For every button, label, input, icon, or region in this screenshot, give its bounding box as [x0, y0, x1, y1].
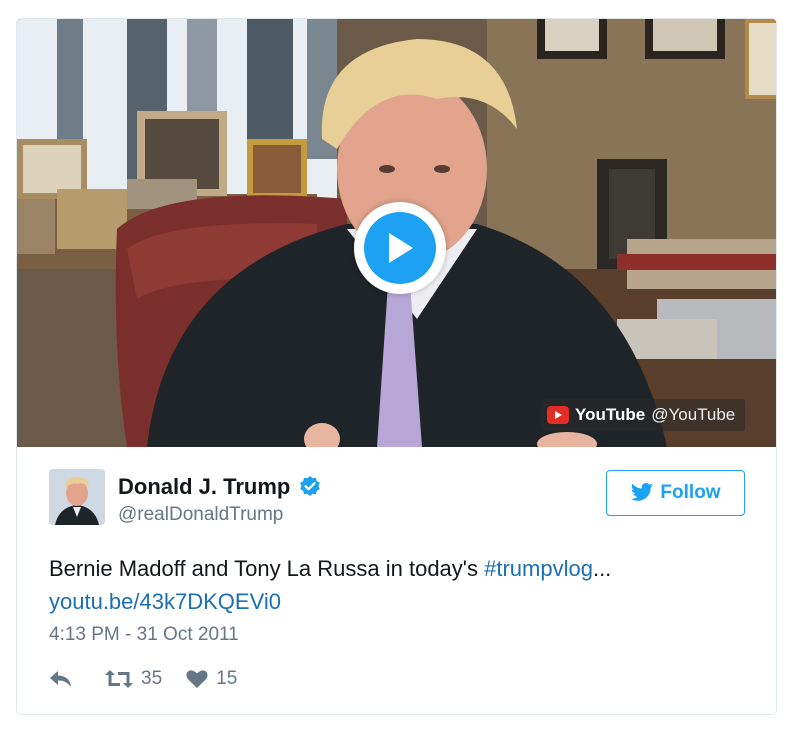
play-button[interactable] — [354, 202, 446, 294]
tweet-text-ellipsis: ... — [592, 556, 612, 581]
reply-icon — [50, 671, 71, 687]
tweet-text-body: Bernie Madoff and Tony La Russa in today… — [49, 556, 485, 581]
youtube-attribution[interactable]: YouTube @YouTube — [541, 399, 746, 431]
author-handle[interactable]: @realDonaldTrump — [118, 504, 283, 526]
like-count: 15 — [216, 668, 238, 689]
tweet-text: Bernie Madoff and Tony La Russa in today… — [49, 552, 749, 618]
video-thumbnail[interactable]: YouTube @YouTube — [17, 19, 776, 447]
retweet-count: 35 — [141, 668, 163, 689]
follow-button-label: Follow — [660, 482, 721, 503]
author-avatar[interactable] — [49, 469, 105, 525]
heart-icon — [186, 670, 208, 688]
author-name[interactable]: Donald J. Trump — [118, 474, 290, 500]
play-icon — [364, 212, 436, 284]
twitter-bird-icon — [631, 483, 654, 501]
youtube-handle-label: @YouTube — [651, 405, 736, 424]
youtube-logo-icon — [547, 406, 569, 424]
verified-badge-icon — [300, 476, 321, 496]
retweet-button[interactable]: 35 — [105, 668, 162, 690]
hashtag-link[interactable]: #trumpvlog — [484, 556, 593, 581]
youtube-brand-label: YouTube — [575, 405, 646, 424]
author-name-row[interactable]: Donald J. Trump — [118, 474, 322, 500]
tweet-timestamp[interactable]: 4:13 PM - 31 Oct 2011 — [49, 624, 239, 646]
reply-button[interactable] — [49, 670, 77, 688]
like-button[interactable]: 15 — [186, 668, 237, 690]
retweet-icon — [105, 670, 133, 688]
video-url-link[interactable]: youtu.be/43k7DKQEVi0 — [49, 589, 281, 614]
follow-button[interactable]: Follow — [606, 470, 745, 516]
tweet-actions: 35 15 — [49, 664, 237, 694]
tweet-card: YouTube @YouTube Donald J. Trump @realDo… — [16, 18, 777, 715]
